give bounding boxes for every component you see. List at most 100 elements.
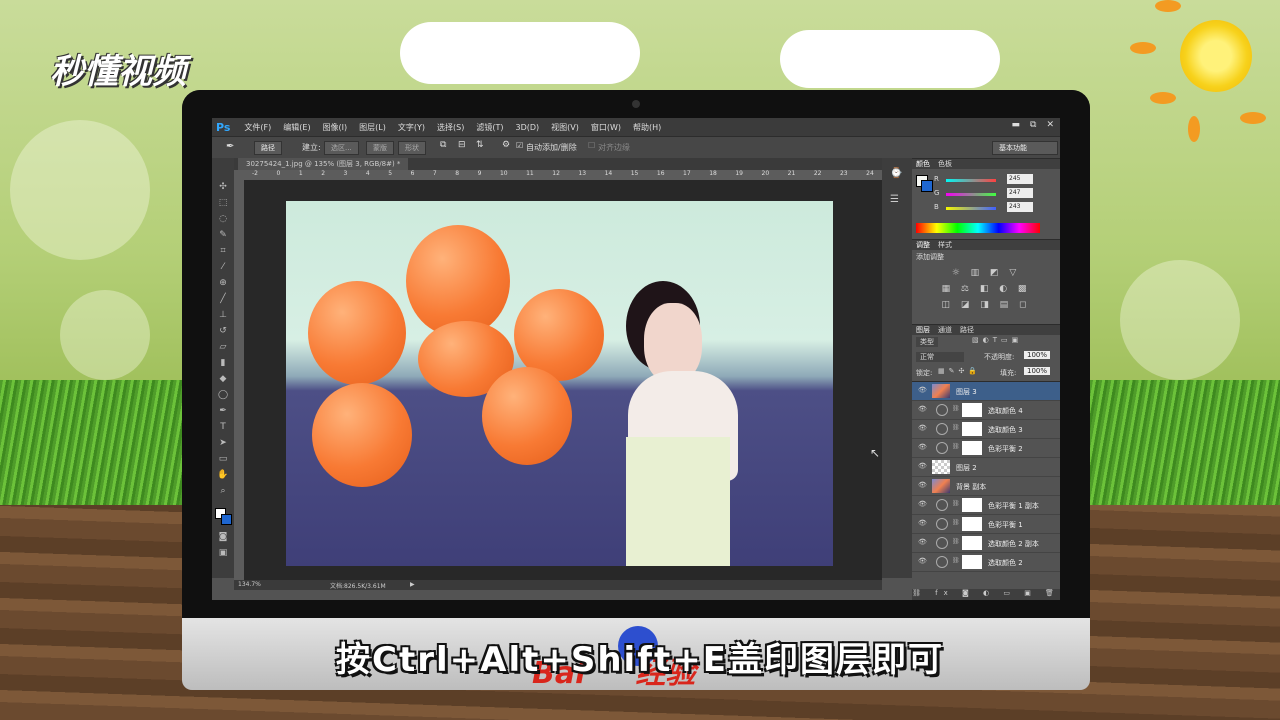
eraser-tool-icon[interactable]: ▱	[217, 342, 229, 352]
gear-icon[interactable]: ⚙	[502, 140, 510, 150]
healing-tool-icon[interactable]: ⊕	[217, 278, 229, 288]
link-icon[interactable]: ⛓	[952, 405, 960, 412]
menu-view[interactable]: 视图(V)	[551, 122, 579, 133]
auto-add-checkbox[interactable]: ☑	[516, 141, 523, 150]
green-slider[interactable]: G 247	[912, 187, 1060, 201]
restore-icon[interactable]: ⧉	[1030, 120, 1036, 130]
eyedropper-tool-icon[interactable]: ⁄	[217, 262, 229, 272]
layer-row[interactable]: 👁 ⛓ 选取颜色 3	[912, 420, 1060, 439]
crop-tool-icon[interactable]: ⌗	[217, 246, 229, 256]
link-icon[interactable]: ⛓	[952, 557, 960, 564]
link-icon[interactable]: ⛓	[952, 538, 960, 545]
tab-layers[interactable]: 图层	[916, 325, 930, 335]
eye-icon[interactable]: 👁	[918, 557, 927, 565]
pen-tool-icon[interactable]: ✒	[217, 406, 229, 416]
adjustment-icons-row2[interactable]: ▦ ⚖ ◧ ◐ ▩	[912, 284, 1060, 294]
history-panel-icon[interactable]: ⌚	[890, 168, 902, 179]
pen-tool-icon[interactable]: ✒	[226, 141, 234, 152]
color-spectrum[interactable]	[916, 223, 1040, 233]
pen-mode-select[interactable]: 路径	[254, 141, 282, 155]
link-icon[interactable]: ⛓	[952, 424, 960, 431]
workspace-select[interactable]: 基本功能	[992, 141, 1058, 155]
layer-row[interactable]: 👁 图层 3	[912, 382, 1060, 401]
opacity-input[interactable]: 100%	[1024, 351, 1051, 359]
type-tool-icon[interactable]: T	[217, 422, 229, 432]
layer-filter-select[interactable]: 类型	[916, 337, 938, 347]
mask-button[interactable]: 蒙版	[366, 141, 394, 155]
zoom-level[interactable]: 134.7%	[238, 581, 261, 588]
adjustment-icons-row3[interactable]: ◫ ◪ ◨ ▤ ◻	[912, 300, 1060, 310]
align-edges-checkbox[interactable]: ☐	[588, 141, 595, 150]
background-color-swatch[interactable]	[221, 514, 232, 525]
layer-mask-thumbnail[interactable]	[962, 403, 982, 417]
blue-slider[interactable]: B 243	[912, 201, 1060, 215]
hand-tool-icon[interactable]: ✋	[217, 470, 229, 480]
status-menu-arrow-icon[interactable]: ▶	[410, 581, 415, 588]
menu-layer[interactable]: 图层(L)	[359, 122, 386, 133]
layer-thumbnail[interactable]	[932, 460, 950, 474]
layer-mask-thumbnail[interactable]	[962, 517, 982, 531]
screen-mode-icon[interactable]: ▣	[217, 548, 229, 558]
red-slider[interactable]: R 245	[912, 173, 1060, 187]
blend-mode-select[interactable]: 正常	[916, 352, 964, 362]
menu-3d[interactable]: 3D(D)	[515, 123, 539, 132]
layer-row[interactable]: 👁 ⛓ 选取颜色 2	[912, 553, 1060, 572]
path-select-tool-icon[interactable]: ➤	[217, 438, 229, 448]
path-arrange-icon[interactable]: ⇅	[476, 140, 484, 150]
menu-type[interactable]: 文字(Y)	[398, 122, 425, 133]
history-brush-tool-icon[interactable]: ↺	[217, 326, 229, 336]
link-icon[interactable]: ⛓	[952, 443, 960, 450]
tab-color[interactable]: 颜色	[916, 159, 930, 169]
selection-button[interactable]: 选区...	[324, 141, 359, 155]
close-icon[interactable]: ✕	[1046, 120, 1054, 130]
eye-icon[interactable]: 👁	[918, 424, 927, 432]
menu-filter[interactable]: 滤镜(T)	[476, 122, 503, 133]
green-value[interactable]: 247	[1007, 188, 1033, 198]
link-icon[interactable]: ⛓	[952, 519, 960, 526]
blue-value[interactable]: 243	[1007, 202, 1033, 212]
menu-edit[interactable]: 编辑(E)	[283, 122, 310, 133]
gradient-tool-icon[interactable]: ▮	[217, 358, 229, 368]
layer-row[interactable]: 👁 ⛓ 色彩平衡 1 副本	[912, 496, 1060, 515]
shape-button[interactable]: 形状	[398, 141, 426, 155]
document-tab[interactable]: 30275424_1.jpg @ 135% (图层 3, RGB/8#) *	[238, 158, 409, 170]
eye-icon[interactable]: 👁	[918, 481, 927, 489]
brush-tool-icon[interactable]: ╱	[217, 294, 229, 304]
adjustment-icons-row1[interactable]: ☼ ▥ ◩ ▽	[912, 268, 1060, 278]
stamp-tool-icon[interactable]: ⊥	[217, 310, 229, 320]
lasso-tool-icon[interactable]: ◌	[217, 214, 229, 224]
eye-icon[interactable]: 👁	[918, 405, 927, 413]
layer-mask-thumbnail[interactable]	[962, 498, 982, 512]
move-tool-icon[interactable]: ✣	[217, 182, 229, 192]
eye-icon[interactable]: 👁	[918, 519, 927, 527]
red-value[interactable]: 245	[1007, 174, 1033, 184]
tab-adjustments[interactable]: 调整	[916, 240, 930, 250]
layer-mask-thumbnail[interactable]	[962, 422, 982, 436]
layer-mask-thumbnail[interactable]	[962, 441, 982, 455]
eye-icon[interactable]: 👁	[918, 538, 927, 546]
layer-mask-thumbnail[interactable]	[962, 536, 982, 550]
tab-paths[interactable]: 路径	[960, 325, 974, 335]
menu-file[interactable]: 文件(F)	[244, 122, 271, 133]
eye-icon[interactable]: 👁	[918, 500, 927, 508]
minimize-icon[interactable]: ▬	[1012, 120, 1021, 130]
layer-row[interactable]: 👁 图层 2	[912, 458, 1060, 477]
menu-window[interactable]: 窗口(W)	[591, 122, 621, 133]
blur-tool-icon[interactable]: ◆	[217, 374, 229, 384]
lock-icons[interactable]: ▦✎✣🔒	[938, 367, 981, 375]
tab-swatches[interactable]: 色板	[938, 159, 952, 169]
layer-row[interactable]: 👁 ⛓ 选取颜色 2 副本	[912, 534, 1060, 553]
fill-input[interactable]: 100%	[1024, 367, 1051, 375]
shape-tool-icon[interactable]: ▭	[217, 454, 229, 464]
menu-image[interactable]: 图像(I)	[323, 122, 348, 133]
layer-row[interactable]: 👁 ⛓ 色彩平衡 1	[912, 515, 1060, 534]
document-image[interactable]	[286, 201, 833, 566]
dodge-tool-icon[interactable]: ◯	[217, 390, 229, 400]
layer-thumbnail[interactable]	[932, 384, 950, 398]
menu-select[interactable]: 选择(S)	[437, 122, 464, 133]
layer-thumbnail[interactable]	[932, 479, 950, 493]
tab-styles[interactable]: 样式	[938, 240, 952, 250]
eye-icon[interactable]: 👁	[918, 462, 927, 470]
layer-filter-icons[interactable]: ▧◐T▭▣	[972, 336, 1022, 344]
path-align-icon[interactable]: ⊟	[458, 140, 466, 150]
